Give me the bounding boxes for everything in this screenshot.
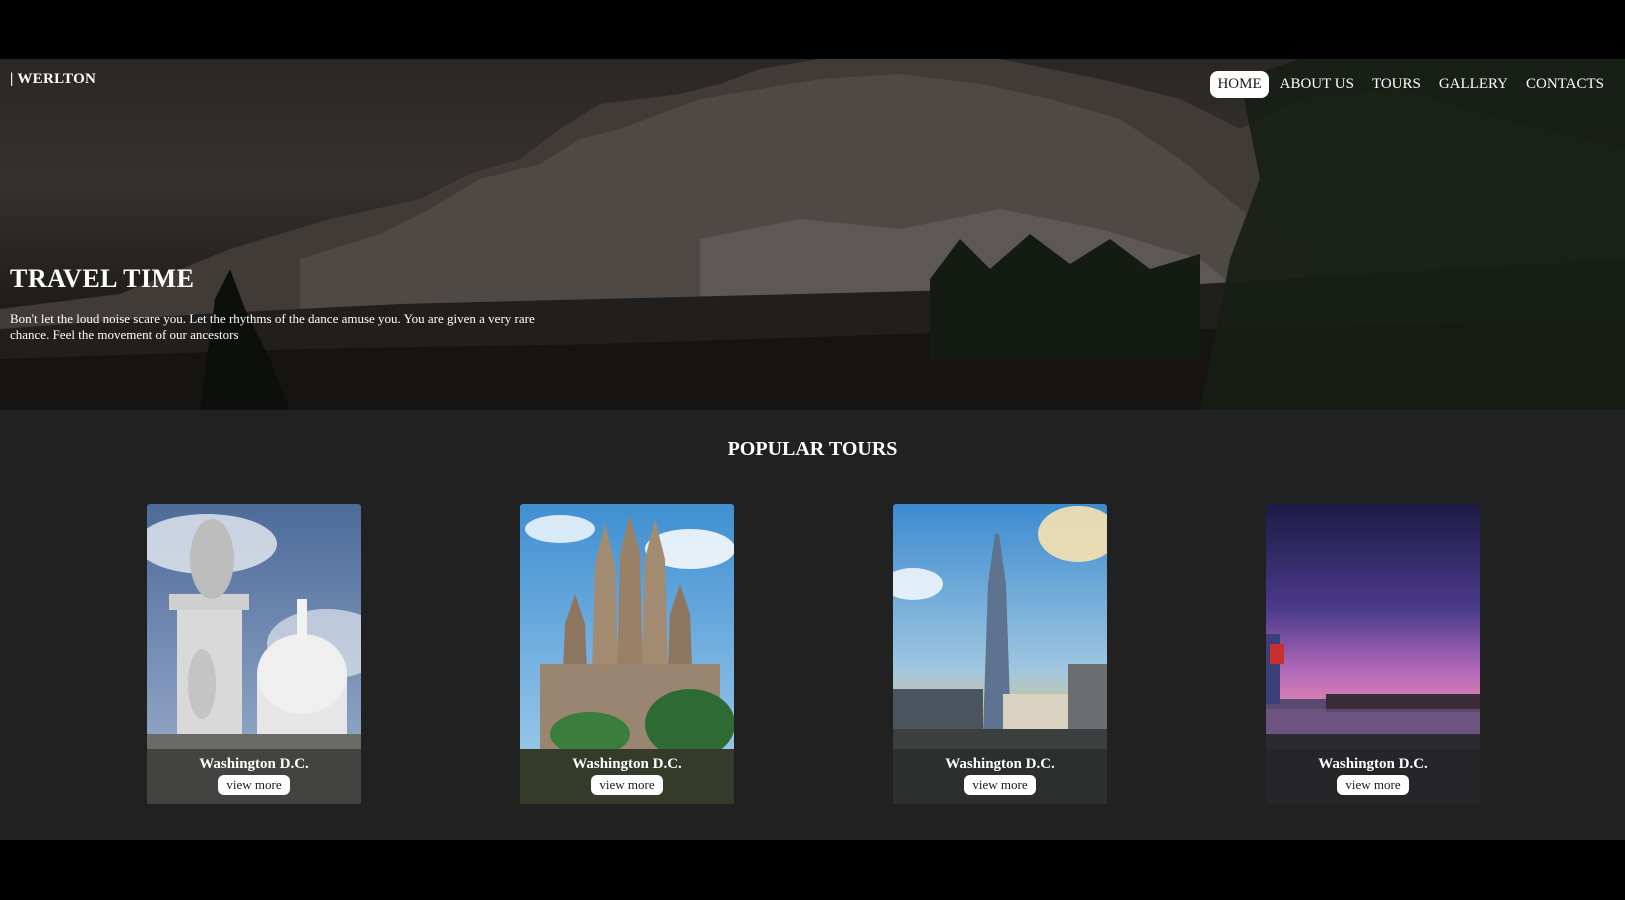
card-footer: Washington D.C. view more bbox=[147, 749, 361, 804]
hero-description: Bon't let the loud noise scare you. Let … bbox=[10, 311, 535, 342]
nav-tours[interactable]: TOURS bbox=[1365, 71, 1428, 98]
tour-card[interactable]: Washington D.C. view more bbox=[147, 504, 361, 804]
nav-home[interactable]: HOME bbox=[1210, 71, 1269, 98]
nav-about-us[interactable]: ABOUT US bbox=[1273, 71, 1361, 98]
nav-contacts[interactable]: CONTACTS bbox=[1519, 71, 1611, 98]
hero-banner: | WERLTON HOME ABOUT US TOURS GALLERY CO… bbox=[0, 59, 1625, 410]
card-title: Washington D.C. bbox=[199, 756, 309, 772]
card-footer: Washington D.C. view more bbox=[893, 749, 1107, 804]
popular-tours-title: POPULAR TOURS bbox=[727, 438, 898, 460]
page: | WERLTON HOME ABOUT US TOURS GALLERY CO… bbox=[0, 59, 1625, 840]
card-title: Washington D.C. bbox=[945, 756, 1055, 772]
tour-card[interactable]: Washington D.C. view more bbox=[893, 504, 1107, 804]
card-footer: Washington D.C. view more bbox=[520, 749, 734, 804]
view-more-button[interactable]: view more bbox=[591, 775, 663, 795]
tour-card[interactable]: Washington D.C. view more bbox=[1266, 504, 1480, 804]
view-more-button[interactable]: view more bbox=[964, 775, 1036, 795]
nav-gallery[interactable]: GALLERY bbox=[1432, 71, 1515, 98]
main-nav: HOME ABOUT US TOURS GALLERY CONTACTS bbox=[1210, 71, 1611, 98]
card-footer: Washington D.C. view more bbox=[1266, 749, 1480, 804]
mountain-landscape-image bbox=[0, 59, 1625, 410]
brand-logo[interactable]: | WERLTON bbox=[10, 71, 96, 88]
card-title: Washington D.C. bbox=[572, 756, 682, 772]
tour-card[interactable]: Washington D.C. view more bbox=[520, 504, 734, 804]
view-more-button[interactable]: view more bbox=[218, 775, 290, 795]
card-title: Washington D.C. bbox=[1318, 756, 1428, 772]
view-more-button[interactable]: view more bbox=[1337, 775, 1409, 795]
hero-title: TRAVEL TIME bbox=[10, 264, 195, 293]
